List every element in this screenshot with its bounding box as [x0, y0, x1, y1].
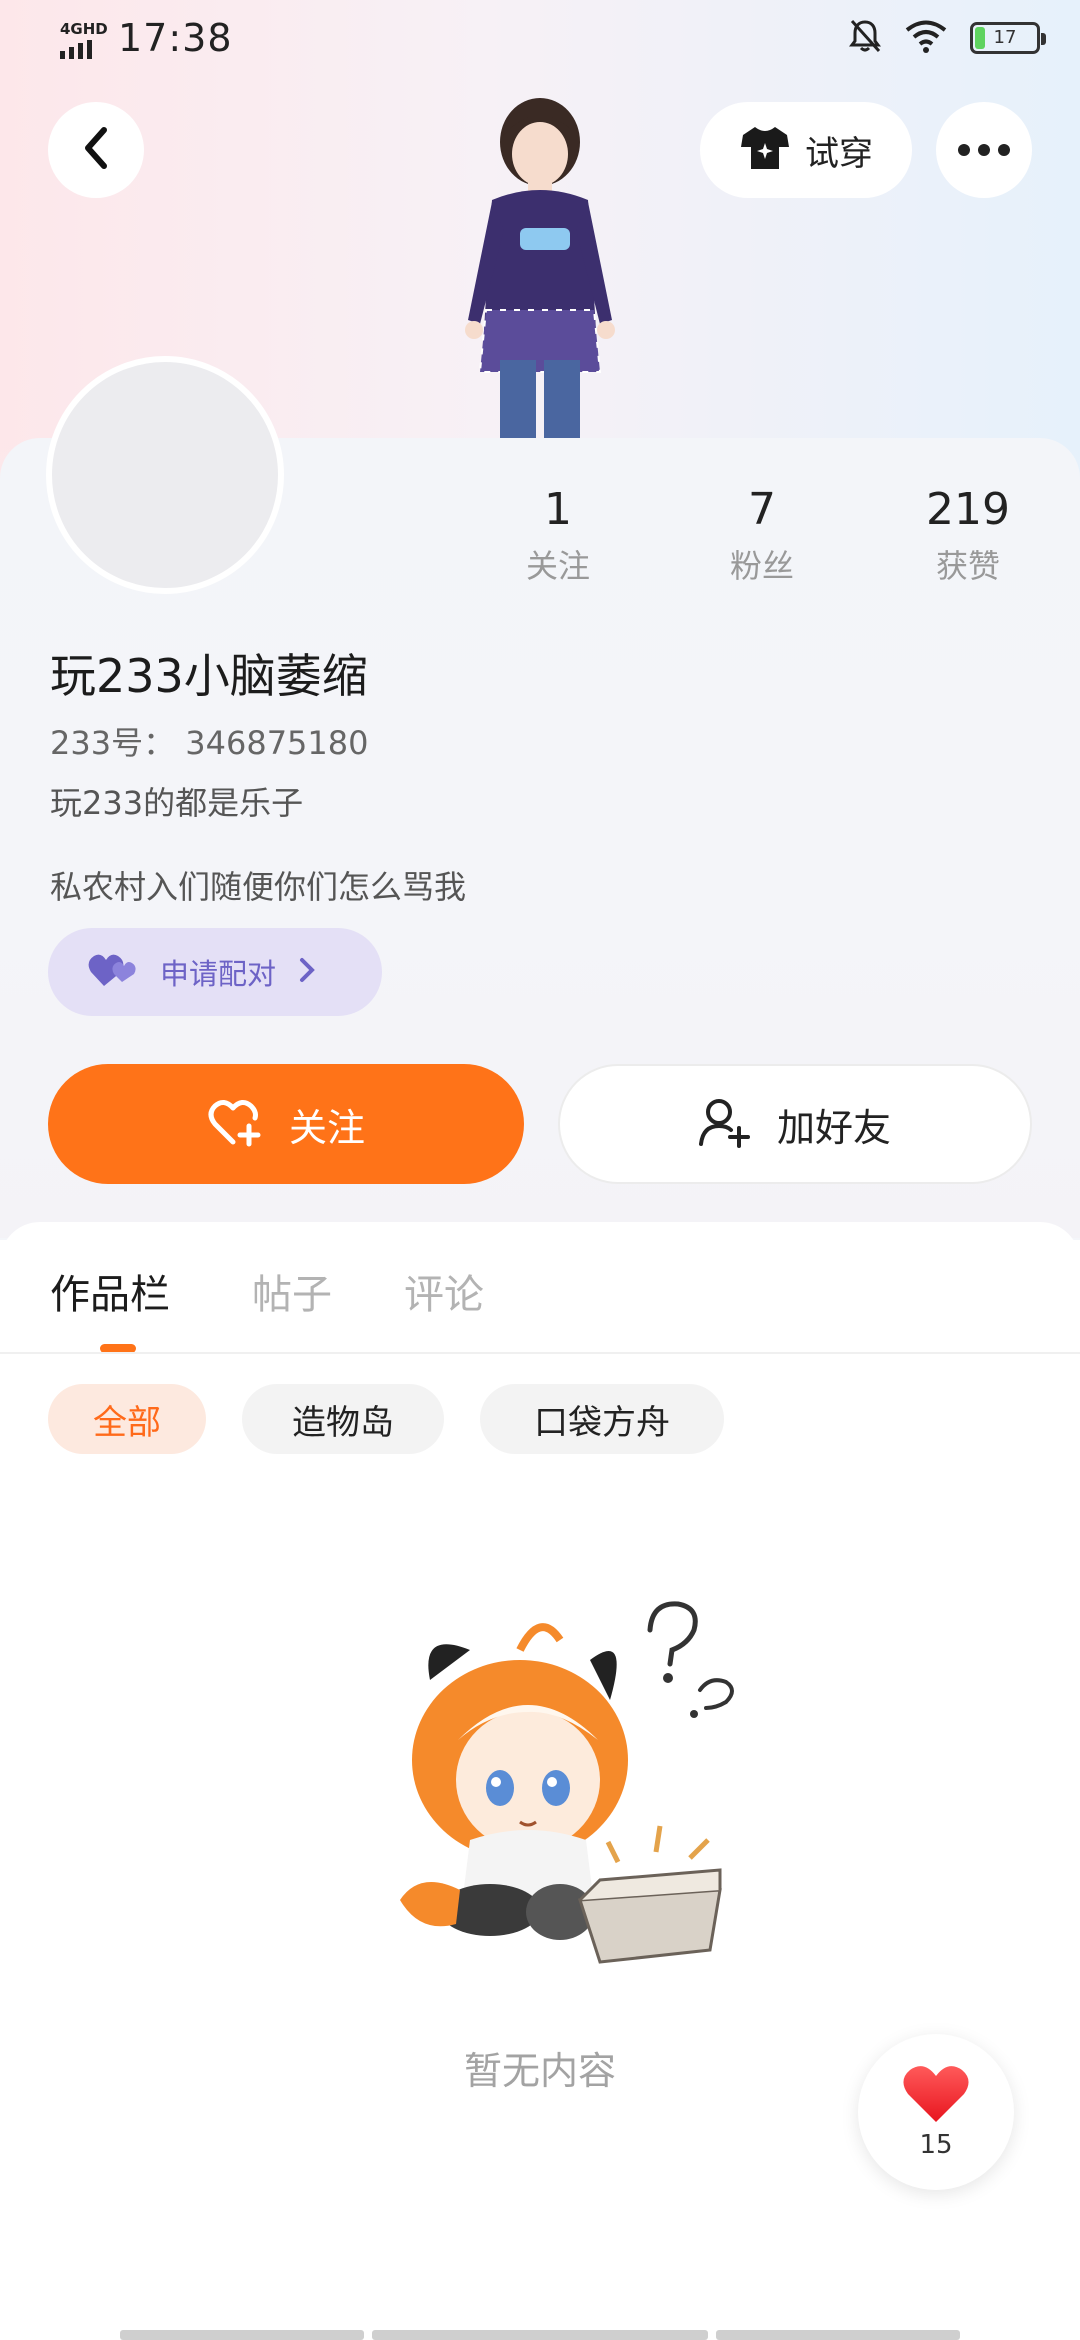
- chevron-left-icon: [80, 126, 112, 174]
- tab-works[interactable]: 作品栏: [50, 1262, 170, 1320]
- stat-likes[interactable]: 219 获赞: [888, 484, 1048, 587]
- stat-followers-value: 7: [748, 484, 776, 535]
- filter-pocket-ark[interactable]: 口袋方舟: [480, 1384, 724, 1454]
- apply-pair-label: 申请配对: [160, 957, 277, 991]
- tab-posts[interactable]: 帖子: [252, 1262, 332, 1320]
- like-count: 15: [919, 2130, 953, 2160]
- filter-all[interactable]: 全部: [48, 1384, 206, 1454]
- stat-following-value: 1: [544, 484, 572, 535]
- follow-button[interactable]: 关注: [48, 1064, 524, 1184]
- heart-icon: [902, 2064, 970, 2128]
- tagline: 玩233的都是乐子: [50, 784, 304, 822]
- avatar-3d-character[interactable]: [420, 80, 660, 440]
- empty-state-illustration: [360, 1590, 760, 1990]
- more-options-button[interactable]: [936, 102, 1032, 198]
- user-id[interactable]: 233号： 346875180: [50, 718, 369, 764]
- try-on-label: 试穿: [805, 133, 873, 174]
- heart-plus-icon: [207, 1096, 263, 1152]
- signal-icon: [60, 40, 92, 59]
- chevron-right-icon: [298, 956, 316, 988]
- filter-creation-island[interactable]: 造物岛: [242, 1384, 444, 1454]
- stat-following-label: 关注: [525, 547, 590, 585]
- status-time: 17:38: [118, 16, 233, 60]
- battery-percent: 17: [993, 27, 1017, 48]
- stat-likes-label: 获赞: [935, 547, 1000, 585]
- bottom-scroll-indicator-3: [716, 2330, 960, 2340]
- try-on-button[interactable]: 试穿: [700, 102, 912, 198]
- wifi-icon: [904, 19, 948, 57]
- status-bar: 4GHD 17:38 17: [0, 0, 1080, 80]
- follow-label: 关注: [288, 1105, 365, 1150]
- stat-followers[interactable]: 7 粉丝: [682, 484, 842, 587]
- bottom-scroll-indicator-1: [120, 2330, 364, 2340]
- double-heart-icon: [88, 952, 138, 992]
- tab-bar: 作品栏 帖子 评论: [0, 1232, 1080, 1353]
- status-icons: 17: [848, 18, 1046, 58]
- nickname: 玩233小脑萎缩: [50, 649, 368, 703]
- avatar[interactable]: [46, 356, 284, 594]
- stat-followers-label: 粉丝: [729, 547, 794, 585]
- add-friend-button[interactable]: 加好友: [558, 1064, 1032, 1184]
- more-dots-icon: [958, 144, 970, 156]
- tab-comments[interactable]: 评论: [404, 1262, 484, 1320]
- stat-following[interactable]: 1 关注: [478, 484, 638, 587]
- tshirt-icon: [739, 125, 791, 175]
- battery-icon: 17: [970, 22, 1046, 54]
- network-label: 4GHD: [60, 20, 108, 38]
- bio: 私农村入们随便你们怎么骂我: [50, 868, 467, 906]
- stat-likes-value: 219: [926, 484, 1010, 535]
- add-friend-label: 加好友: [776, 1105, 891, 1150]
- tabs-divider: [0, 1352, 1080, 1354]
- like-floating-button[interactable]: 15: [858, 2034, 1014, 2190]
- apply-pair-button[interactable]: 申请配对: [48, 928, 382, 1016]
- network-indicator: 4GHD: [58, 20, 108, 60]
- back-button[interactable]: [48, 102, 144, 198]
- add-user-icon: [698, 1096, 751, 1152]
- bell-off-icon: [848, 18, 882, 58]
- bottom-scroll-indicator-2: [372, 2330, 708, 2340]
